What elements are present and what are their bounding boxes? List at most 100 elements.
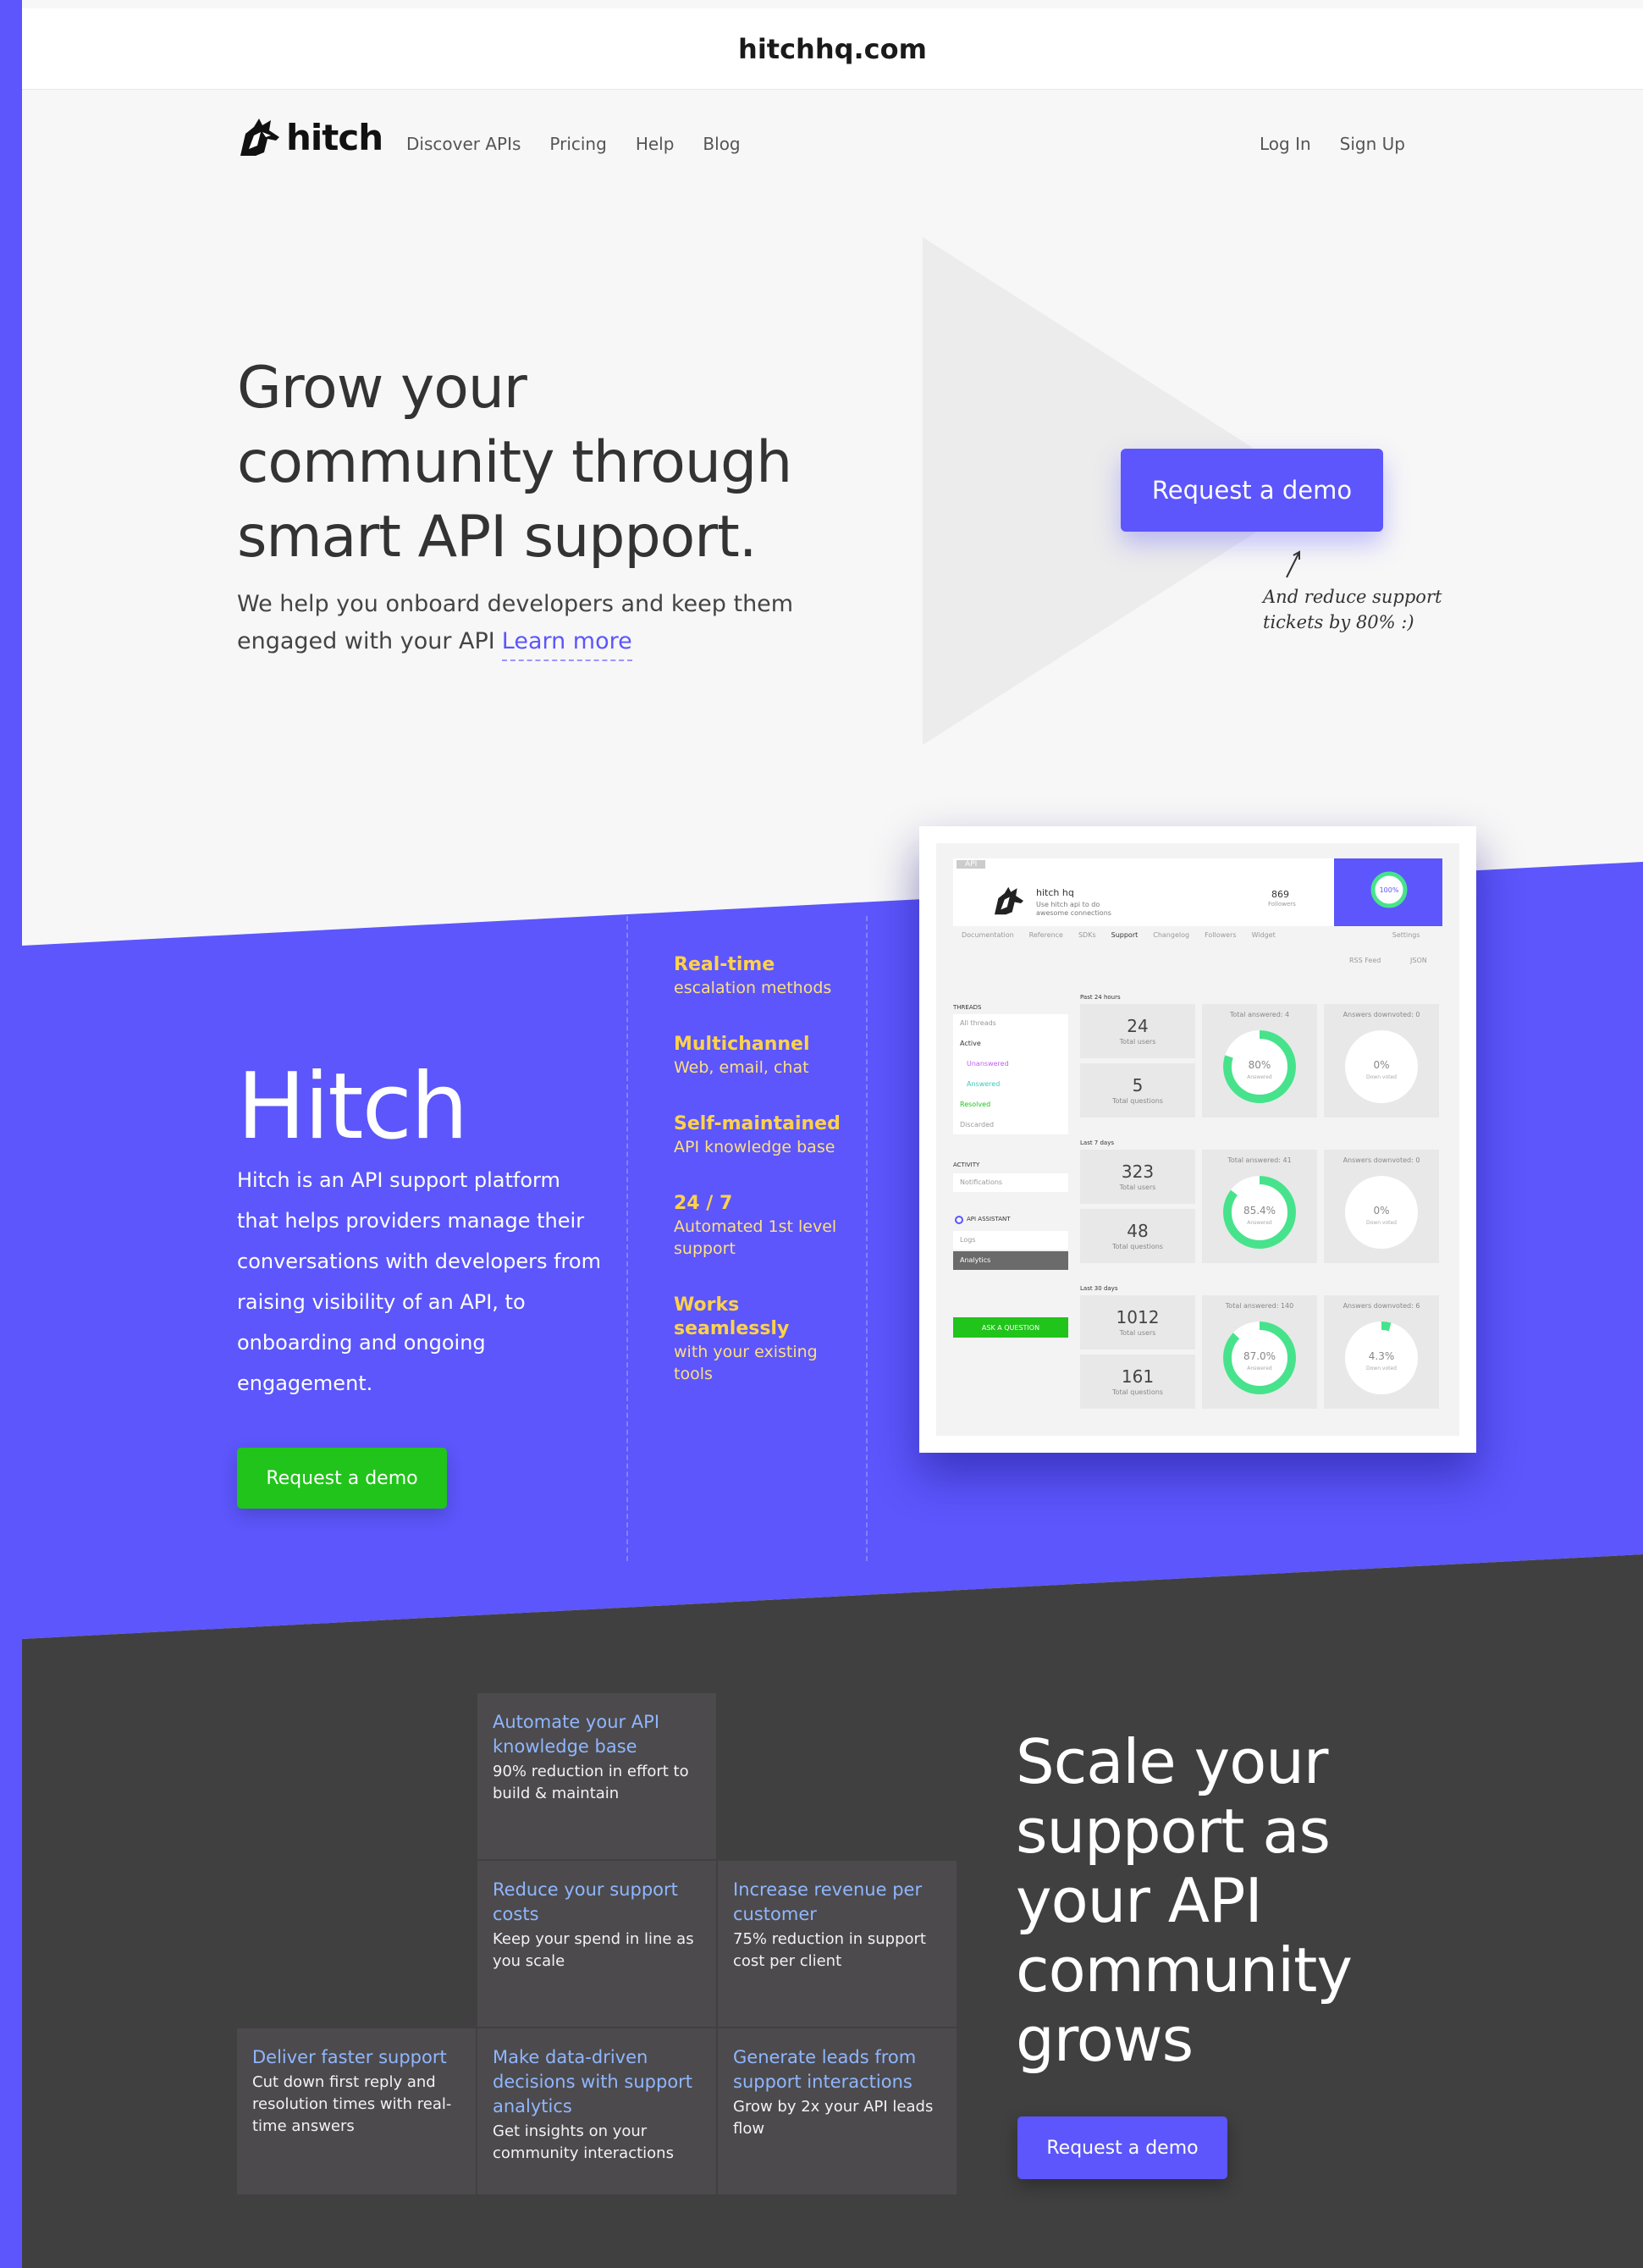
dash-thread-item[interactable]: Resolved <box>960 1101 990 1108</box>
dash-questions-label: Total questions <box>1112 1388 1163 1396</box>
dash-questions-card: 5 Total questions <box>1080 1063 1195 1117</box>
dash-rss-feed[interactable]: RSS Feed <box>1349 957 1381 964</box>
dash-answered-card: Total answered: 140 87.0% Answered <box>1202 1295 1317 1409</box>
dash-tab[interactable]: Changelog <box>1153 931 1189 939</box>
intro-description: Hitch is an API support platform that he… <box>237 1168 601 1395</box>
nav-right-links: Log In Sign Up <box>1260 134 1405 154</box>
dash-thread-item[interactable]: All threads <box>960 1019 996 1027</box>
ring-label: Down voted <box>1366 1074 1397 1080</box>
dash-api-tag: API <box>957 860 986 869</box>
dash-assistant-item[interactable]: Analytics <box>960 1256 990 1264</box>
ring-label: Answered <box>1247 1074 1272 1080</box>
benefit-desc: 75% reduction in support cost per client <box>733 1930 926 1970</box>
benefit-title: Increase revenue per customer <box>733 1879 923 1924</box>
hero-title: Grow your community through smart API su… <box>237 355 792 571</box>
dash-questions-card: 161 Total questions <box>1080 1355 1195 1409</box>
dash-users-value: 1012 <box>1116 1307 1160 1327</box>
ring-value: 0% <box>1373 1205 1389 1217</box>
dash-assistant-icon <box>955 1216 963 1224</box>
dash-tab[interactable]: Followers <box>1205 931 1236 939</box>
dash-answered-label: Total answered: 4 <box>1229 1011 1290 1018</box>
dash-period-label: Last 7 days <box>1080 1140 1115 1146</box>
dash-tab[interactable]: Documentation <box>962 931 1014 939</box>
nav-link-signup[interactable]: Sign Up <box>1340 134 1405 154</box>
dash-answered-card: Total answered: 4 80% Answered <box>1202 1004 1317 1117</box>
dash-users-label: Total users <box>1119 1329 1156 1337</box>
benefit-tile: Reduce your support costs Keep your spend… <box>477 1861 716 2027</box>
scale-title: Scale your support as your API community… <box>1016 1726 1353 2075</box>
dash-activity-label: ACTIVITY <box>953 1162 980 1168</box>
dash-thread-item[interactable]: Unanswered <box>967 1060 1009 1068</box>
nav-link-discover-apis[interactable]: Discover APIs <box>406 134 521 154</box>
feature-item: Real-time escalation methods <box>674 953 843 999</box>
feature-item: 24 / 7 Automated 1st level support <box>674 1192 843 1260</box>
nav-link-login[interactable]: Log In <box>1260 134 1311 154</box>
benefit-desc: Keep your spend in line as you scale <box>493 1930 694 1970</box>
dash-header-highlight: 100% <box>1334 858 1442 926</box>
feature-desc: Automated 1st level support <box>674 1217 837 1258</box>
scale-request-demo-button[interactable]: Request a demo <box>1017 2116 1227 2179</box>
feature-desc: API knowledge base <box>674 1138 835 1156</box>
dash-tab[interactable]: SDKs <box>1078 931 1096 939</box>
dash-ask-question-button[interactable]: ASK A QUESTION <box>953 1317 1068 1338</box>
hero-request-demo-button[interactable]: Request a demo <box>1121 449 1383 532</box>
benefit-desc: Grow by 2x your API leads flow <box>733 2098 934 2138</box>
dashboard-canvas: API hitch hq Use hitch api to do awesome… <box>936 843 1459 1436</box>
answered-ring-chart: 85.4% Answered <box>1223 1176 1296 1249</box>
feature-desc: Web, email, chat <box>674 1058 809 1077</box>
dash-header-ring: 100% <box>1370 871 1408 908</box>
dash-json[interactable]: JSON <box>1410 957 1427 964</box>
logo-text: hitch <box>286 116 383 158</box>
dash-questions-label: Total questions <box>1112 1097 1163 1105</box>
dash-followers-count: 869 <box>1271 889 1289 900</box>
dash-api-name: hitch hq <box>1036 887 1074 898</box>
dash-tab[interactable]: Settings <box>1392 931 1420 939</box>
dash-answered-label: Total answered: 140 <box>1225 1302 1294 1310</box>
dash-thread-item[interactable]: Discarded <box>960 1121 994 1128</box>
benefit-title: Reduce your support costs <box>493 1879 678 1924</box>
dash-tab[interactable]: Support <box>1111 931 1139 939</box>
learn-more-link[interactable]: Learn more <box>501 628 632 661</box>
dash-thread-item[interactable]: Active <box>960 1040 981 1047</box>
dash-answered-card: Total answered: 41 85.4% Answered <box>1202 1150 1317 1263</box>
dash-questions-value: 161 <box>1121 1366 1155 1387</box>
hero-subtitle: We help you onboard developers and keep … <box>237 586 813 661</box>
benefit-desc: 90% reduction in effort to build & maint… <box>493 1763 689 1802</box>
nav-link-blog[interactable]: Blog <box>703 134 740 154</box>
dash-downvoted-label: Answers downvoted: 6 <box>1343 1302 1420 1310</box>
url-text: hitchhq.com <box>738 32 927 65</box>
dash-tab[interactable]: Widget <box>1252 931 1276 939</box>
benefit-title: Deliver faster support <box>252 2047 447 2067</box>
ring-value: 80% <box>1249 1059 1271 1071</box>
dash-users-label: Total users <box>1119 1038 1156 1046</box>
dash-users-card: 323 Total users <box>1080 1150 1195 1204</box>
nav-link-help[interactable]: Help <box>636 134 675 154</box>
dash-questions-card: 48 Total questions <box>1080 1209 1195 1263</box>
nav-link-pricing[interactable]: Pricing <box>549 134 606 154</box>
dash-thread-item[interactable]: Answered <box>967 1080 1000 1088</box>
dash-tab[interactable]: Reference <box>1029 931 1063 939</box>
dash-activity-item[interactable]: Notifications <box>960 1178 1002 1186</box>
feature-title: Self-maintained <box>674 1113 841 1134</box>
dash-tabs: Documentation Reference SDKs Support Cha… <box>953 931 1442 939</box>
feature-title: Multichannel <box>674 1034 810 1055</box>
hitch-logo[interactable]: hitch <box>237 115 383 159</box>
ring-value: 4.3% <box>1369 1350 1395 1362</box>
dash-questions-value: 48 <box>1127 1221 1149 1241</box>
dash-wolf-icon <box>994 886 1024 915</box>
dash-questions-value: 5 <box>1132 1075 1144 1095</box>
dash-downvoted-card: Answers downvoted: 0 0% Down voted <box>1324 1004 1439 1117</box>
hero-note: And reduce support tickets by 80% :) <box>1263 587 1442 632</box>
dash-assistant-item[interactable]: Logs <box>960 1236 975 1244</box>
divider-line <box>626 916 628 1561</box>
ring-value: 87.0% <box>1243 1350 1276 1362</box>
ring-label: Answered <box>1247 1366 1272 1371</box>
feature-item: Multichannel Web, email, chat <box>674 1033 843 1079</box>
dash-threads-list <box>953 1014 1068 1134</box>
dash-header-ring-value: 100% <box>1380 886 1399 894</box>
ring-label: Down voted <box>1366 1220 1397 1226</box>
address-bar[interactable]: hitchhq.com <box>22 8 1643 90</box>
ring-label: Down voted <box>1366 1366 1397 1371</box>
dashboard-screenshot: API hitch hq Use hitch api to do awesome… <box>919 826 1476 1453</box>
intro-request-demo-button[interactable]: Request a demo <box>237 1448 447 1509</box>
